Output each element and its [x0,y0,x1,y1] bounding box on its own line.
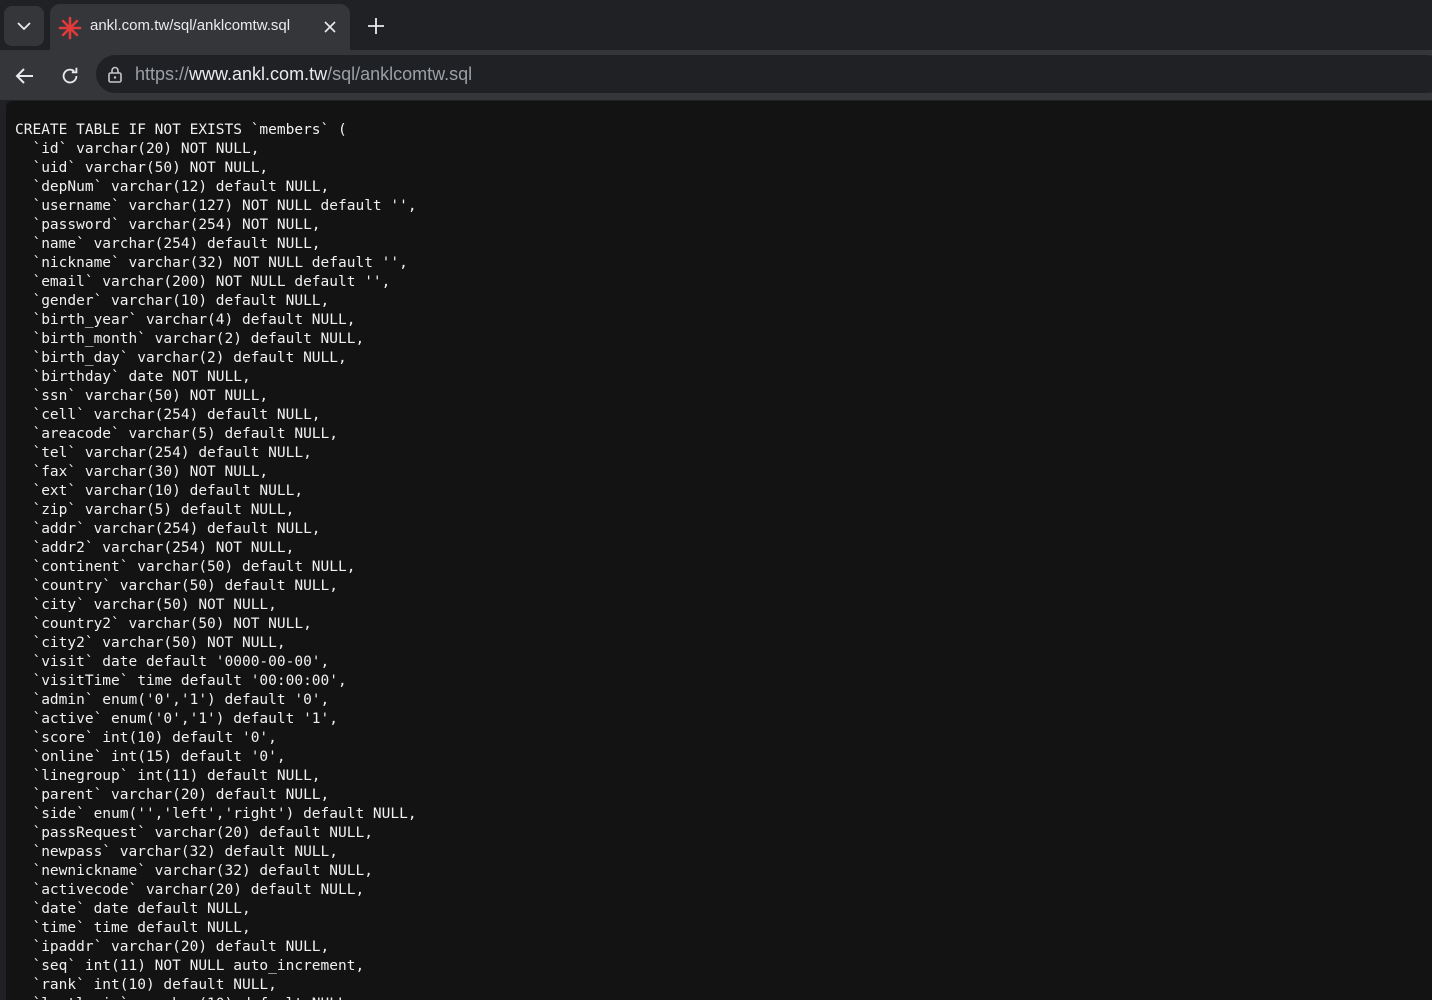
address-bar[interactable]: https://www.ankl.com.tw/sql/anklcomtw.sq… [96,55,1432,93]
sql-line: `birth_day` varchar(2) default NULL, [15,350,347,366]
reload-button[interactable] [55,61,85,91]
active-tab[interactable]: ankl.com.tw/sql/anklcomtw.sql [50,4,350,50]
chevron-down-icon [17,22,31,31]
sql-line: `seq` int(11) NOT NULL auto_increment, [15,958,365,974]
sql-line: `activecode` varchar(20) default NULL, [15,882,365,898]
sql-line: `country2` varchar(50) NOT NULL, [15,616,312,632]
sql-line: `addr` varchar(254) default NULL, [15,521,321,537]
sql-line: `continent` varchar(50) default NULL, [15,559,356,575]
sql-line: `password` varchar(254) NOT NULL, [15,217,321,233]
sql-line: `birth_year` varchar(4) default NULL, [15,312,356,328]
sql-line: `newpass` varchar(32) default NULL, [15,844,339,860]
sql-line: `username` varchar(127) NOT NULL default… [15,198,417,214]
sql-line: `country` varchar(50) default NULL, [15,578,339,594]
sql-line: `date` date default NULL, [15,901,251,917]
sql-line: `gender` varchar(10) default NULL, [15,293,330,309]
back-button[interactable] [10,61,40,91]
arrow-left-icon [15,68,33,84]
close-icon [324,21,336,33]
sql-line: `rank` int(10) default NULL, [15,977,277,993]
url-path: /sql/anklcomtw.sql [327,64,473,84]
sql-line: `ext` varchar(10) default NULL, [15,483,304,499]
sql-line: `visit` date default '0000-00-00', [15,654,330,670]
url-text[interactable]: https://www.ankl.com.tw/sql/anklcomtw.sq… [135,64,472,85]
browser-toolbar: https://www.ankl.com.tw/sql/anklcomtw.sq… [0,50,1432,100]
sql-line: `uid` varchar(50) NOT NULL, [15,160,269,176]
sql-line: `zip` varchar(5) default NULL, [15,502,295,518]
sql-line: `name` varchar(254) default NULL, [15,236,321,252]
sql-line: `fax` varchar(30) NOT NULL, [15,464,269,480]
sql-line: `id` varchar(20) NOT NULL, [15,141,260,157]
sql-line: `nickname` varchar(32) NOT NULL default … [15,255,408,271]
sql-line: `areacode` varchar(5) default NULL, [15,426,339,442]
sql-line: `side` enum('','left','right') default N… [15,806,417,822]
sql-line: `cell` varchar(254) default NULL, [15,407,321,423]
sql-line: `depNum` varchar(12) default NULL, [15,179,330,195]
red-snowflake-favicon [58,16,82,40]
url-scheme: https:// [135,64,190,84]
sql-line: `linegroup` int(11) default NULL, [15,768,321,784]
sql-line: `lastlogin` varchar(10) default NULL, [15,996,355,1000]
sql-line: `active` enum('0','1') default '1', [15,711,339,727]
plus-icon [368,18,384,34]
tab-search-button[interactable] [4,6,44,46]
sql-line: CREATE TABLE IF NOT EXISTS `members` ( [15,122,347,138]
sql-line: `city2` varchar(50) NOT NULL, [15,635,286,651]
sql-line: `passRequest` varchar(20) default NULL, [15,825,373,841]
lock-icon[interactable] [106,65,124,83]
reload-icon [62,67,78,84]
sql-source-text: CREATE TABLE IF NOT EXISTS `members` ( `… [15,121,417,1000]
sql-line: `birthday` date NOT NULL, [15,369,251,385]
url-host: www.ankl.com.tw [189,64,328,84]
sql-line: `parent` varchar(20) default NULL, [15,787,330,803]
sql-line: `ipaddr` varchar(20) default NULL, [15,939,330,955]
sql-line: `online` int(15) default '0', [15,749,286,765]
sql-line: `visitTime` time default '00:00:00', [15,673,347,689]
sql-line: `city` varchar(50) NOT NULL, [15,597,277,613]
new-tab-button[interactable] [362,12,390,40]
tab-title: ankl.com.tw/sql/anklcomtw.sql [90,17,291,34]
sql-line: `time` time default NULL, [15,920,251,936]
sql-line: `addr2` varchar(254) NOT NULL, [15,540,295,556]
tab-close-button[interactable] [318,15,342,39]
sql-line: `birth_month` varchar(2) default NULL, [15,331,365,347]
sql-line: `score` int(10) default '0', [15,730,277,746]
tab-strip: ankl.com.tw/sql/anklcomtw.sql [0,0,1432,50]
sql-line: `admin` enum('0','1') default '0', [15,692,330,708]
sql-line: `email` varchar(200) NOT NULL default ''… [15,274,391,290]
sql-line: `tel` varchar(254) default NULL, [15,445,312,461]
sql-line: `ssn` varchar(50) NOT NULL, [15,388,269,404]
sql-line: `newnickname` varchar(32) default NULL, [15,863,373,879]
page-content: CREATE TABLE IF NOT EXISTS `members` ( `… [6,101,1432,1000]
